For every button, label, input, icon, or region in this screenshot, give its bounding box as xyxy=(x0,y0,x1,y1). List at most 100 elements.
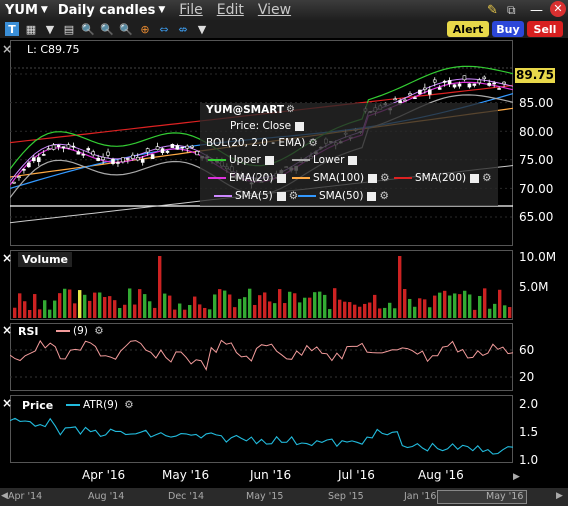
sma5-checkbox[interactable] xyxy=(276,191,286,201)
volume-bar xyxy=(168,295,172,318)
gear-icon[interactable]: ⚙ xyxy=(308,137,317,149)
volume-bar xyxy=(418,298,422,318)
buy-button[interactable]: Buy xyxy=(492,21,524,37)
text-tool-icon[interactable]: T xyxy=(5,22,19,36)
candle-body xyxy=(36,157,41,162)
volume-bar xyxy=(458,294,462,318)
candle-body xyxy=(185,145,190,149)
volume-bar xyxy=(183,309,187,318)
gear-icon[interactable]: ⚙ xyxy=(289,190,298,202)
legend-lower: Lower xyxy=(292,154,358,166)
volume-bar xyxy=(258,295,262,318)
magnifier-icon[interactable]: 🔍 xyxy=(119,22,133,36)
crosshair-icon[interactable]: ⊕ xyxy=(138,22,152,36)
gear-icon[interactable]: ⚙ xyxy=(286,104,295,115)
minimize-icon[interactable]: — xyxy=(530,3,543,18)
legend-sma200: SMA(200) ⚙ xyxy=(394,172,492,184)
volume-bar xyxy=(188,305,192,318)
scroll-right-icon[interactable]: ▶ xyxy=(513,472,520,482)
volume-bar xyxy=(353,304,357,318)
upper-checkbox[interactable] xyxy=(264,155,274,165)
shrink-icon[interactable]: ⇎ xyxy=(176,22,190,36)
time-scrollbar[interactable]: ◀ Apr '14 Aug '14 Dec '14 May '15 Sep '1… xyxy=(0,488,568,506)
volume-bar xyxy=(473,309,477,318)
volume-bar xyxy=(433,295,437,318)
volume-bar xyxy=(178,303,182,318)
volume-bar xyxy=(508,307,512,318)
zoom-out-icon[interactable]: 🔍 xyxy=(100,22,114,36)
ema20-checkbox[interactable] xyxy=(277,173,287,183)
volume-bar xyxy=(463,290,467,318)
volume-bar xyxy=(193,296,197,318)
sma100-checkbox[interactable] xyxy=(368,173,378,183)
volume-bar xyxy=(153,307,157,318)
symbol-selector[interactable]: YUM xyxy=(5,3,38,18)
dropdown-icon[interactable]: ▼ xyxy=(195,22,209,36)
volume-bar xyxy=(358,306,362,318)
chevron-down-icon[interactable]: ▼ xyxy=(158,5,165,15)
scroll-thumb[interactable] xyxy=(437,490,527,504)
legend-upper: Upper xyxy=(208,154,274,166)
volume-bar xyxy=(23,301,27,318)
expand-icon[interactable]: ⇔ xyxy=(157,22,171,36)
menu-view[interactable]: View xyxy=(258,2,291,18)
gear-icon[interactable]: ⚙ xyxy=(482,172,491,184)
candle-body xyxy=(462,75,467,81)
wrench-icon[interactable]: ✎ xyxy=(487,3,498,18)
layout-icon[interactable]: ▦ xyxy=(24,22,38,36)
volume-bar xyxy=(143,294,147,318)
volume-bar xyxy=(443,290,447,318)
close-icon[interactable]: ✕ xyxy=(550,1,566,17)
scroll-left-icon[interactable]: ◀ xyxy=(1,491,8,501)
volume-bar xyxy=(248,288,252,318)
candle-body xyxy=(160,148,165,154)
volume-bar xyxy=(498,289,502,318)
sell-button[interactable]: Sell xyxy=(527,21,563,37)
volume-bar xyxy=(13,307,17,318)
candle-body xyxy=(111,158,115,164)
volume-chart xyxy=(13,256,512,318)
volume-tick: 10.0M xyxy=(519,250,557,264)
candle-body xyxy=(442,80,447,83)
atr-line xyxy=(10,417,513,455)
rsi-tick: 20 xyxy=(519,370,535,384)
scroll-label: Jan '16 xyxy=(404,491,437,502)
volume-bar xyxy=(93,292,97,318)
gear-icon[interactable]: ⚙ xyxy=(379,190,388,202)
candle-body xyxy=(472,83,477,86)
volume-bar xyxy=(503,305,507,318)
lower-checkbox[interactable] xyxy=(348,155,358,165)
zoom-in-icon[interactable]: 🔍 xyxy=(81,22,95,36)
menu-edit[interactable]: Edit xyxy=(217,2,244,18)
scroll-right-icon[interactable]: ▶ xyxy=(556,491,563,501)
volume-bar xyxy=(43,300,47,318)
sma50-checkbox[interactable] xyxy=(367,191,377,201)
sma200-checkbox[interactable] xyxy=(470,173,480,183)
gear-icon[interactable]: ⚙ xyxy=(380,172,389,184)
volume-bar xyxy=(203,307,207,318)
volume-bar xyxy=(83,294,87,318)
candle-body xyxy=(190,145,194,148)
timeframe-selector[interactable]: Daily candles xyxy=(58,3,156,18)
link-icon[interactable]: ⧉ xyxy=(507,3,516,18)
candle-body xyxy=(447,80,452,85)
price-checkbox[interactable] xyxy=(295,121,305,131)
menu-file[interactable]: File xyxy=(179,2,202,18)
volume-bar xyxy=(118,308,122,318)
volume-bar xyxy=(423,299,427,318)
volume-bar xyxy=(113,300,117,318)
candle-body xyxy=(116,162,120,164)
candle-body xyxy=(155,146,160,150)
candle-body xyxy=(96,157,100,161)
rsi-tick: 60 xyxy=(519,343,535,357)
alert-button[interactable]: Alert xyxy=(447,21,489,37)
chevron-down-icon[interactable]: ▼ xyxy=(41,5,48,15)
volume-bar xyxy=(408,298,412,318)
grid-icon[interactable]: ▤ xyxy=(62,22,76,36)
volume-bar xyxy=(228,294,232,318)
volume-bar xyxy=(158,256,162,318)
filter-icon[interactable]: ▼ xyxy=(43,22,57,36)
candle-body xyxy=(91,151,95,156)
candle-body xyxy=(393,98,397,101)
candle-body xyxy=(467,83,472,88)
